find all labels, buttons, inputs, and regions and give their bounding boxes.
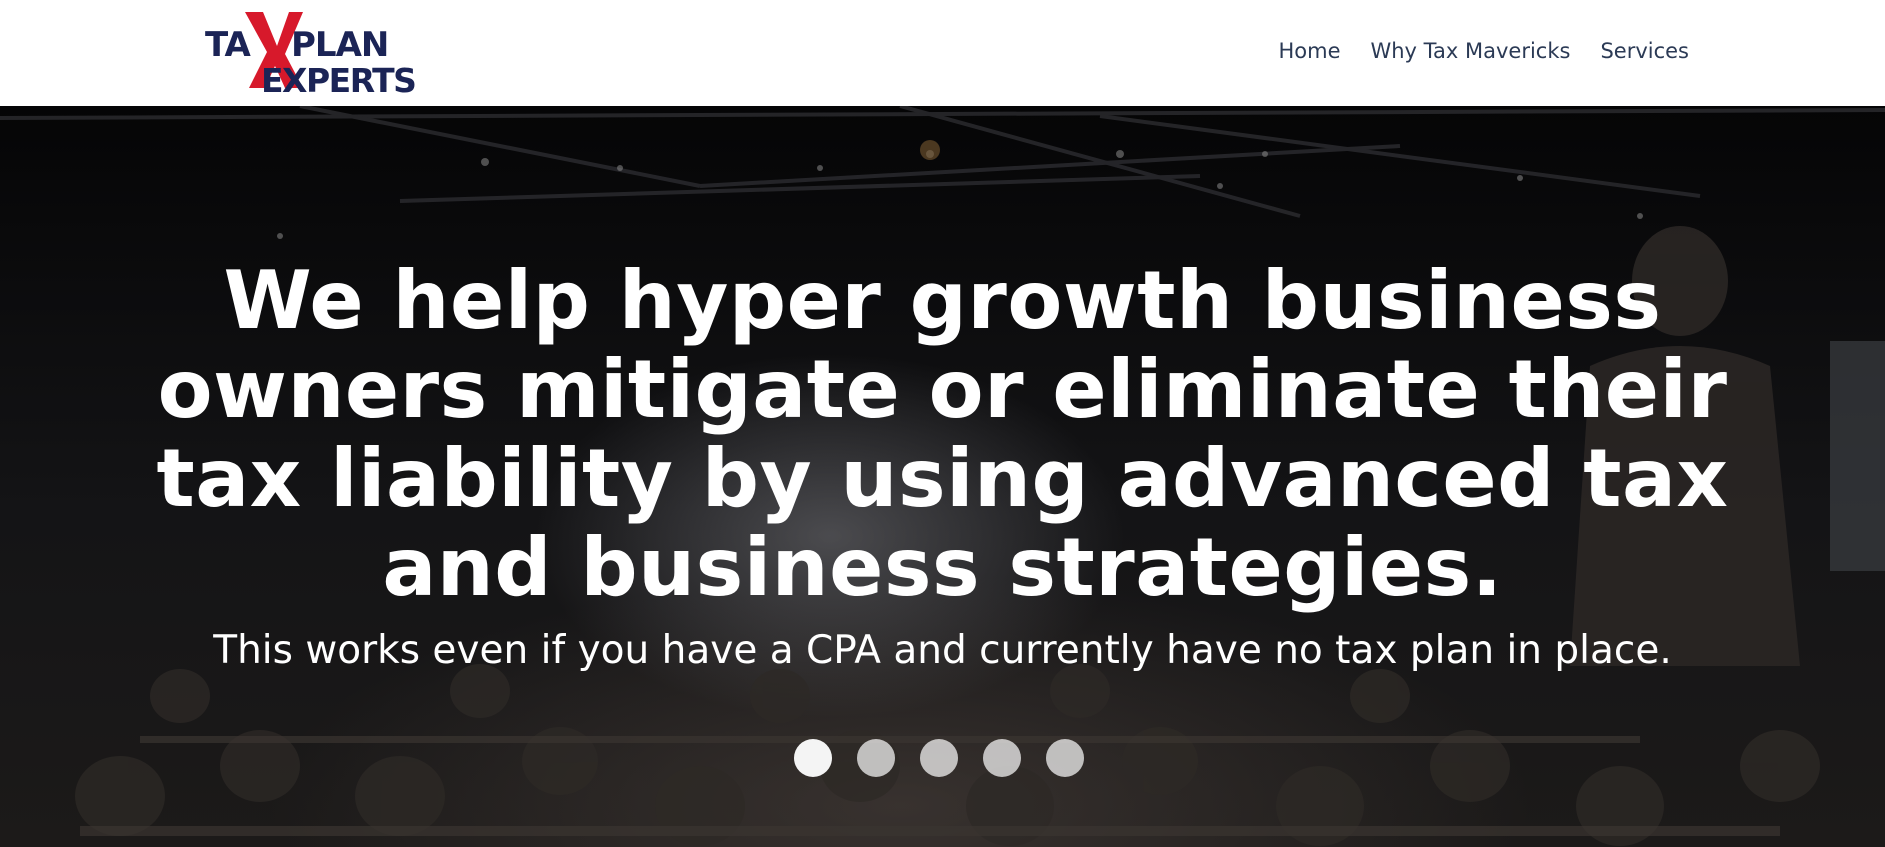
- logo-graphic: TA PLAN EXPERTS: [205, 12, 417, 96]
- hero-subheadline: This works even if you have a CPA and cu…: [213, 628, 1672, 673]
- nav-link-services[interactable]: Services: [1600, 38, 1689, 64]
- svg-text:PLAN: PLAN: [291, 25, 388, 65]
- slider-dot-3[interactable]: [920, 739, 958, 777]
- slider-dot-5[interactable]: [1046, 739, 1084, 777]
- site-header: TA PLAN EXPERTS Home Why Tax Mavericks S…: [0, 0, 1885, 106]
- nav-link-why-tax-mavericks[interactable]: Why Tax Mavericks: [1370, 38, 1570, 64]
- svg-text:EXPERTS: EXPERTS: [261, 61, 415, 96]
- nav-link-home[interactable]: Home: [1278, 38, 1340, 64]
- hero-slider: We help hyper growth business owners mit…: [0, 106, 1885, 847]
- slider-pagination: [794, 739, 1084, 777]
- slider-dot-4[interactable]: [983, 739, 1021, 777]
- taxplan-experts-logo[interactable]: TA PLAN EXPERTS: [205, 8, 423, 96]
- hero-headline: We help hyper growth business owners mit…: [156, 254, 1729, 614]
- svg-text:TA: TA: [205, 25, 252, 65]
- slider-dot-2[interactable]: [857, 739, 895, 777]
- slider-dot-1[interactable]: [794, 739, 832, 777]
- main-navigation: Home Why Tax Mavericks Services: [1278, 38, 1689, 64]
